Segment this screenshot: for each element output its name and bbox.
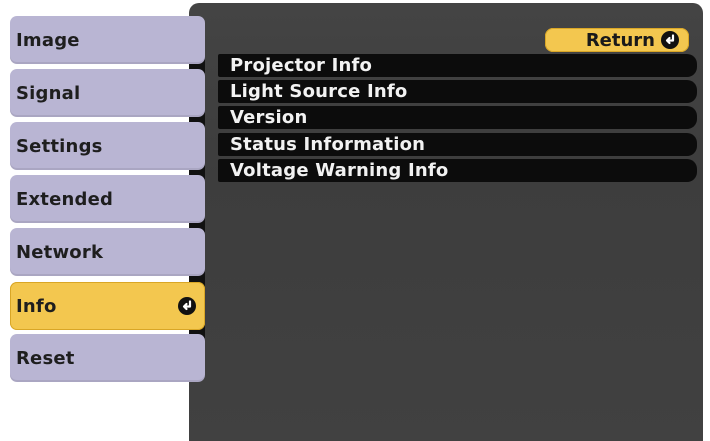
sidebar-item-extended[interactable]: Extended — [10, 175, 205, 223]
sidebar-item-label: Network — [16, 241, 104, 263]
sidebar-item-label: Settings — [16, 135, 103, 157]
menu-item-light-source-info[interactable]: Light Source Info — [218, 80, 697, 103]
menu-item-label: Status Information — [230, 134, 426, 155]
sidebar-item-label: Reset — [16, 347, 75, 369]
sidebar-item-settings[interactable]: Settings — [10, 122, 205, 170]
info-menu: Image Signal Settings Extended Network I… — [0, 0, 710, 441]
menu-item-voltage-warning-info[interactable]: Voltage Warning Info — [218, 159, 697, 182]
sidebar-item-info[interactable]: Info — [10, 282, 205, 330]
sidebar-item-label: Signal — [16, 82, 81, 104]
sidebar-item-signal[interactable]: Signal — [10, 69, 205, 117]
enter-icon — [661, 31, 679, 49]
menu-item-projector-info[interactable]: Projector Info — [218, 54, 697, 77]
sidebar-item-label: Image — [16, 29, 80, 51]
sidebar-item-network[interactable]: Network — [10, 228, 205, 276]
menu-item-label: Projector Info — [230, 55, 373, 76]
enter-icon — [178, 297, 196, 315]
projector-menu-screen: Image Signal Settings Extended Network I… — [0, 0, 710, 441]
menu-item-label: Voltage Warning Info — [230, 160, 449, 181]
menu-item-label: Light Source Info — [230, 81, 408, 102]
menu-item-label: Version — [230, 107, 308, 128]
return-button-label: Return — [585, 29, 655, 51]
return-button[interactable]: Return — [545, 28, 689, 52]
sidebar-item-reset[interactable]: Reset — [10, 334, 205, 382]
sidebar-item-label: Extended — [16, 188, 114, 210]
sidebar-item-label: Info — [16, 295, 57, 317]
sidebar-item-image[interactable]: Image — [10, 16, 205, 64]
menu-item-version[interactable]: Version — [218, 106, 697, 129]
menu-item-status-information[interactable]: Status Information — [218, 133, 697, 156]
